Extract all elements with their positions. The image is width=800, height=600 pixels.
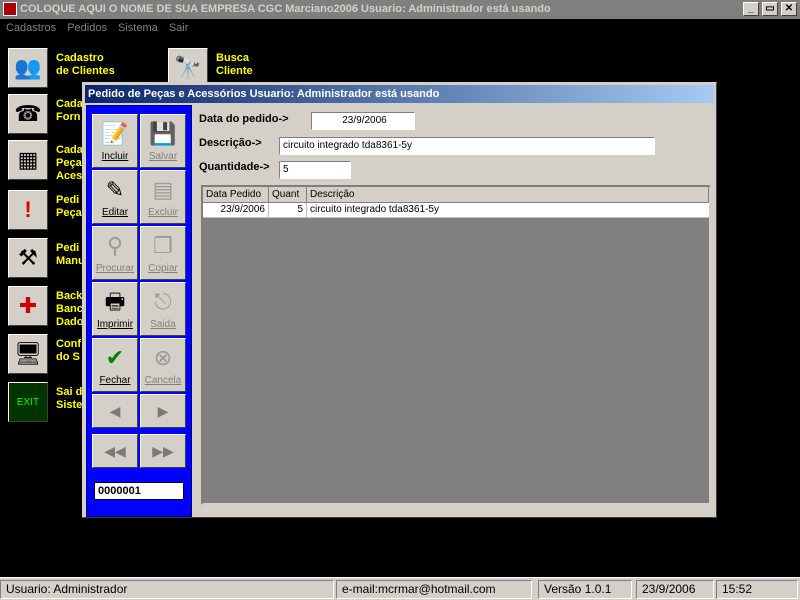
status-time: 15:52 — [716, 580, 798, 599]
binoculars-icon: ⚲ — [106, 233, 124, 258]
cancela-label: Cancela — [144, 375, 182, 386]
app-title-bar: COLOQUE AQUI O NOME DE SUA EMPRESA CGC M… — [0, 0, 800, 19]
descricao-label: Descrição-> — [199, 137, 262, 149]
floppy-icon[interactable]: ✚ — [8, 286, 48, 326]
chip-icon[interactable]: ▦ — [8, 140, 48, 180]
last-record-button[interactable]: ▶▶ — [140, 434, 186, 468]
saida-label: Saida — [150, 319, 176, 330]
next-arrow-icon: ▶ — [157, 403, 169, 419]
quantidade-label: Quantidade-> — [199, 161, 270, 173]
incluir-label: Incluir — [101, 151, 129, 162]
shredder-icon: ▤ — [152, 177, 174, 202]
grid-header: Data Pedido Quant Descrição — [203, 187, 709, 203]
copiar-label: Copiar — [148, 263, 178, 274]
app-icon — [3, 2, 17, 16]
tools-icon[interactable]: ⚒ — [8, 238, 48, 278]
status-date: 23/9/2006 — [636, 580, 714, 599]
exit-icon: ⎋ — [154, 289, 172, 314]
first-arrow-icon: ◀◀ — [104, 443, 126, 459]
procurar-button[interactable]: ⚲ Procurar — [92, 226, 138, 280]
copy-icon: ❐ — [153, 233, 173, 258]
supplier-icon[interactable]: ☎ — [8, 94, 48, 134]
column-descricao[interactable]: Descrição — [307, 187, 709, 203]
cancela-button[interactable]: ⊗ Cancela — [140, 338, 186, 392]
excluir-button[interactable]: ▤ Excluir — [140, 170, 186, 224]
incluir-button[interactable]: 📝 Incluir — [92, 114, 138, 168]
fechar-label: Fechar — [99, 375, 131, 386]
descricao-field[interactable]: circuito integrado tda8361-5y — [279, 137, 655, 155]
next-record-button[interactable]: ▶ — [140, 394, 186, 428]
edit-icon: ✎ — [105, 177, 125, 202]
checkmark-icon: ✔ — [105, 345, 125, 370]
previous-record-button[interactable]: ◀ — [92, 394, 138, 428]
status-version: Versão 1.0.1 — [538, 580, 632, 599]
app-title: COLOQUE AQUI O NOME DE SUA EMPRESA CGC M… — [20, 3, 551, 15]
pedido-dialog: Pedido de Peças e Acessórios Usuario: Ad… — [82, 82, 717, 518]
fechar-button[interactable]: ✔ Fechar — [92, 338, 138, 392]
data-pedido-field[interactable]: 23/9/2006 — [311, 112, 415, 130]
menu-sistema[interactable]: Sistema — [118, 22, 158, 34]
data-pedido-label: Data do pedido-> — [199, 113, 289, 125]
cell-data-pedido: 23/9/2006 — [203, 203, 269, 218]
record-number-field[interactable]: 0000001 — [94, 482, 184, 500]
excluir-label: Excluir — [147, 207, 178, 218]
column-data-pedido[interactable]: Data Pedido — [203, 187, 269, 203]
dialog-title: Pedido de Peças e Acessórios Usuario: Ad… — [85, 85, 714, 103]
first-record-button[interactable]: ◀◀ — [92, 434, 138, 468]
salvar-label: Salvar — [148, 151, 178, 162]
editar-label: Editar — [101, 207, 129, 218]
alert-icon[interactable]: ! — [8, 190, 48, 230]
editar-button[interactable]: ✎ Editar — [92, 170, 138, 224]
imprimir-label: Imprimir — [96, 319, 134, 330]
procurar-label: Procurar — [95, 263, 135, 274]
close-button[interactable]: ✕ — [781, 2, 797, 16]
menu-pedidos[interactable]: Pedidos — [67, 22, 107, 34]
last-arrow-icon: ▶▶ — [152, 443, 174, 459]
menu-sair[interactable]: Sair — [169, 22, 189, 34]
cell-quant: 5 — [269, 203, 307, 218]
toolbar-panel: 📝 Incluir 💾 Salvar ✎ Editar ▤ Excluir ⚲ … — [86, 105, 192, 517]
people-icon[interactable]: 👥 — [8, 48, 48, 88]
saida-button[interactable]: ⎋ Saida — [140, 282, 186, 336]
copiar-button[interactable]: ❐ Copiar — [140, 226, 186, 280]
launcher-label: Cadastro de Clientes — [56, 52, 115, 77]
menu-bar: Cadastros Pedidos Sistema Sair — [0, 19, 800, 38]
save-icon: 💾 — [149, 121, 177, 146]
status-user: Usuario: Administrador — [0, 580, 334, 599]
monitor-icon[interactable]: 🖥 — [8, 334, 48, 374]
menu-cadastros[interactable]: Cadastros — [6, 22, 56, 34]
restore-button[interactable]: ▭ — [762, 2, 778, 16]
status-email: e-mail:mcrmar@hotmail.com — [336, 580, 532, 599]
previous-arrow-icon: ◀ — [109, 403, 121, 419]
status-bar: Usuario: Administrador e-mail:mcrmar@hot… — [0, 577, 800, 600]
exit-icon[interactable]: EXIT — [8, 382, 48, 422]
table-row[interactable]: 23/9/2006 5 circuito integrado tda8361-5… — [203, 203, 709, 218]
add-record-icon: 📝 — [101, 121, 129, 146]
imprimir-button[interactable]: 🖶 Imprimir — [92, 282, 138, 336]
column-quant[interactable]: Quant — [269, 187, 307, 203]
printer-icon: 🖶 — [104, 289, 126, 314]
salvar-button[interactable]: 💾 Salvar — [140, 114, 186, 168]
cancel-icon: ⊗ — [153, 345, 173, 370]
launcher-label: Busca Cliente — [216, 52, 253, 77]
cell-descricao: circuito integrado tda8361-5y — [310, 204, 439, 215]
minimize-button[interactable]: _ — [743, 2, 759, 16]
quantidade-field[interactable]: 5 — [279, 161, 351, 179]
pedidos-grid[interactable]: Data Pedido Quant Descrição 23/9/2006 5 … — [201, 185, 711, 505]
